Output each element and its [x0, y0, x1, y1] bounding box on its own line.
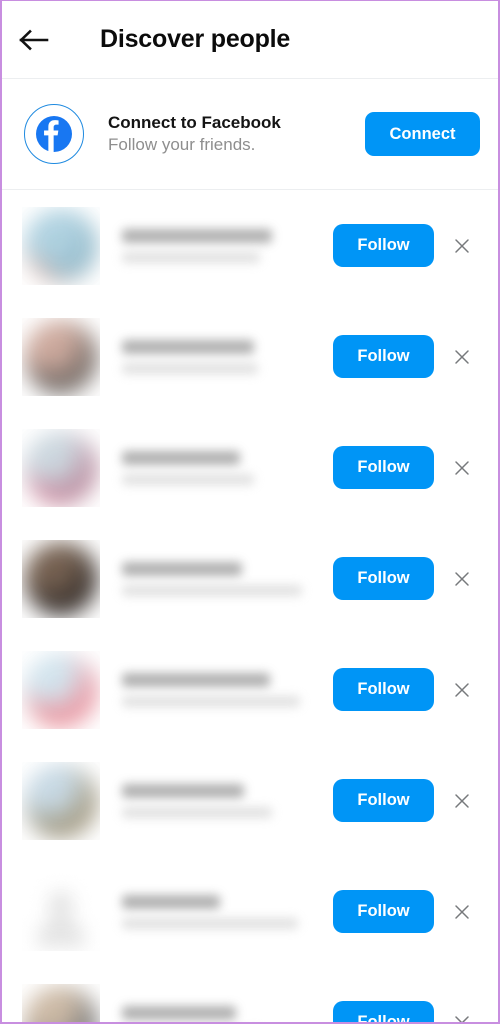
avatar[interactable] [22, 651, 100, 729]
dismiss-button[interactable] [444, 335, 480, 379]
person-name [122, 672, 270, 687]
avatar[interactable] [22, 207, 100, 285]
avatar[interactable] [22, 318, 100, 396]
dismiss-button[interactable] [444, 779, 480, 823]
avatar-image [24, 985, 98, 1022]
close-icon [454, 682, 470, 698]
facebook-title: Connect to Facebook [108, 113, 281, 132]
person-subtitle [122, 917, 298, 929]
person-text-block [122, 672, 333, 707]
page-title: Discover people [100, 25, 291, 53]
close-icon [454, 793, 470, 809]
person-name [122, 894, 220, 909]
close-icon [454, 904, 470, 920]
person-text-block [122, 783, 333, 818]
follow-button[interactable]: Follow [333, 557, 434, 600]
person-name [122, 561, 242, 576]
avatar-image [24, 763, 98, 838]
follow-button[interactable]: Follow [333, 224, 434, 267]
person-subtitle [122, 362, 258, 374]
dismiss-button[interactable] [444, 1001, 480, 1022]
suggested-person-row[interactable]: Follow [2, 412, 498, 523]
follow-button[interactable]: Follow [333, 668, 434, 711]
close-icon [454, 460, 470, 476]
connect-button[interactable]: Connect [365, 112, 480, 156]
person-text-block [122, 561, 333, 596]
facebook-icon [24, 104, 84, 164]
dismiss-button[interactable] [444, 446, 480, 490]
person-text-block [122, 1005, 333, 1023]
person-name [122, 1005, 236, 1020]
avatar-image [24, 319, 98, 394]
facebook-text-block: Connect to Facebook Follow your friends. [108, 112, 365, 156]
dismiss-button[interactable] [444, 224, 480, 268]
connect-to-facebook-row[interactable]: Connect to Facebook Follow your friends.… [2, 79, 498, 190]
suggested-person-row[interactable]: Follow [2, 190, 498, 301]
person-subtitle [122, 695, 300, 707]
avatar-image [24, 541, 98, 616]
close-icon [454, 571, 470, 587]
suggested-person-row[interactable]: Follow [2, 301, 498, 412]
person-text-block [122, 894, 333, 929]
avatar-image [24, 652, 98, 727]
person-name [122, 450, 240, 465]
facebook-subtitle: Follow your friends. [108, 135, 256, 154]
dismiss-button[interactable] [444, 557, 480, 601]
person-subtitle [122, 251, 260, 263]
avatar[interactable] [22, 762, 100, 840]
close-icon [454, 1015, 470, 1022]
person-name [122, 783, 244, 798]
avatar-image [24, 208, 98, 283]
follow-button[interactable]: Follow [333, 890, 434, 933]
back-button[interactable] [2, 1, 66, 79]
person-text-block [122, 339, 333, 374]
person-text-block [122, 228, 333, 263]
avatar[interactable] [22, 873, 100, 951]
avatar[interactable] [22, 540, 100, 618]
person-name [122, 339, 254, 354]
app-frame: Discover people Connect to Facebook Foll… [0, 0, 500, 1024]
suggested-person-row[interactable]: Follow [2, 523, 498, 634]
suggested-person-row[interactable]: Follow [2, 856, 498, 967]
avatar-image [24, 430, 98, 505]
person-subtitle [122, 473, 254, 485]
suggested-person-row[interactable]: Follow [2, 967, 498, 1023]
arrow-left-icon [19, 29, 49, 51]
page-header: Discover people [2, 1, 498, 79]
dismiss-button[interactable] [444, 890, 480, 934]
person-text-block [122, 450, 333, 485]
suggested-person-row[interactable]: Follow [2, 634, 498, 745]
avatar-image [24, 874, 98, 949]
suggested-person-row[interactable]: Follow [2, 745, 498, 856]
suggested-people-list: Follow Follow Follow Follow Follow Follow Foll… [2, 190, 498, 1023]
avatar[interactable] [22, 984, 100, 1022]
follow-button[interactable]: Follow [333, 335, 434, 378]
dismiss-button[interactable] [444, 668, 480, 712]
close-icon [454, 238, 470, 254]
avatar[interactable] [22, 429, 100, 507]
follow-button[interactable]: Follow [333, 1001, 434, 1022]
person-subtitle [122, 584, 302, 596]
follow-button[interactable]: Follow [333, 779, 434, 822]
follow-button[interactable]: Follow [333, 446, 434, 489]
person-name [122, 228, 272, 243]
person-subtitle [122, 806, 272, 818]
close-icon [454, 349, 470, 365]
